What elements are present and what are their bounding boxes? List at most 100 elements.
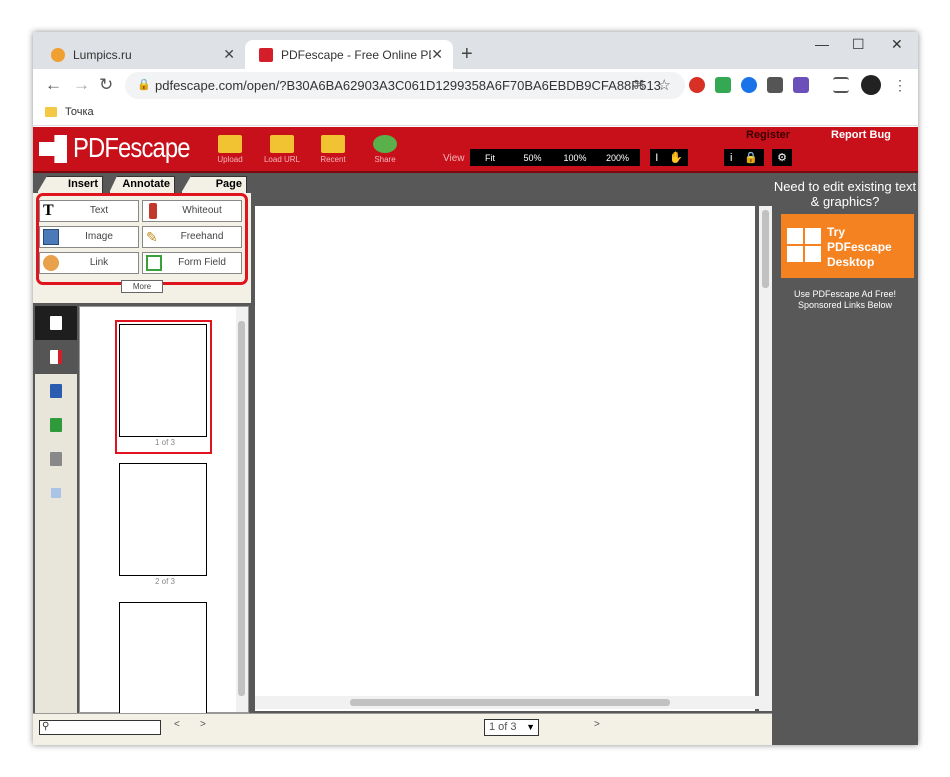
more-button[interactable]: More bbox=[121, 280, 163, 293]
back-icon[interactable]: ← bbox=[45, 75, 62, 95]
logo-text: PDFescape bbox=[73, 132, 191, 163]
chevron-down-icon: ▼ bbox=[526, 722, 535, 732]
tab-title: Lumpics.ru bbox=[73, 47, 132, 62]
page-view-icon[interactable] bbox=[35, 476, 77, 510]
zoom-100[interactable]: 100% bbox=[555, 153, 595, 163]
scrollbar-thumb[interactable] bbox=[238, 321, 245, 696]
ad-button-line: Try bbox=[827, 225, 846, 239]
zoom-bar: Fit 50% 100% 200% bbox=[470, 149, 640, 166]
download-icon[interactable] bbox=[35, 408, 77, 442]
ad-button-line: PDFescape bbox=[827, 240, 892, 254]
browser-window: Lumpics.ru ✕ PDFescape - Free Online PDF… bbox=[33, 32, 918, 745]
cursor-tools: I ✋ bbox=[650, 149, 688, 166]
recent-button[interactable]: Recent bbox=[319, 135, 347, 165]
close-tab-icon[interactable]: ✕ bbox=[431, 46, 443, 63]
text-cursor-icon[interactable]: I bbox=[655, 152, 658, 164]
thumbnail-page-3[interactable] bbox=[119, 602, 207, 714]
pdf-page-canvas[interactable] bbox=[255, 206, 755, 711]
extension-globe-icon[interactable] bbox=[741, 77, 757, 93]
lock-icon: 🔒 bbox=[137, 79, 151, 91]
share-button[interactable]: Share bbox=[371, 135, 399, 165]
search-input[interactable]: ⚲ bbox=[39, 720, 161, 735]
thumbnail-panel: 1 of 3 2 of 3 bbox=[79, 306, 249, 714]
register-link[interactable]: Register bbox=[746, 129, 790, 141]
tab-annotate[interactable]: Annotate bbox=[109, 176, 175, 193]
save-icon[interactable] bbox=[35, 374, 77, 408]
load-url-folder-icon bbox=[270, 135, 294, 153]
bookmarks-bar: Точка bbox=[33, 101, 918, 126]
minimize-icon[interactable]: — bbox=[815, 36, 829, 52]
ad-headline: Need to edit existing text & graphics? bbox=[773, 179, 917, 209]
page-horizontal-scrollbar[interactable] bbox=[255, 696, 759, 709]
extension-ad-icon[interactable] bbox=[793, 77, 809, 93]
avatar[interactable] bbox=[861, 75, 881, 95]
media-control-icon[interactable] bbox=[833, 77, 849, 93]
upload-folder-icon bbox=[218, 135, 242, 153]
toolbar-label: Load URL bbox=[263, 155, 301, 164]
thumbnail-page-2[interactable] bbox=[119, 463, 207, 576]
page-vertical-scrollbar[interactable] bbox=[759, 206, 772, 711]
upload-button[interactable]: Upload bbox=[216, 135, 244, 165]
search-icon: ⚲ bbox=[42, 721, 50, 732]
maximize-icon[interactable]: ☐ bbox=[852, 36, 865, 53]
thumbnail-label: 1 of 3 bbox=[154, 438, 175, 447]
pdfescape-logo-icon bbox=[39, 135, 67, 163]
extension-red-icon[interactable] bbox=[689, 77, 705, 93]
zoom-fit[interactable]: Fit bbox=[470, 153, 510, 163]
url-text: pdfescape.com/open/?B30A6BA62903A3C061D1… bbox=[155, 78, 661, 93]
close-window-icon[interactable]: ✕ bbox=[891, 36, 903, 53]
prev-result-button[interactable]: < bbox=[174, 719, 180, 730]
thumbnail-page-1[interactable] bbox=[119, 324, 207, 437]
extension-box-icon[interactable] bbox=[767, 77, 783, 93]
ad-subtext[interactable]: Use PDFescape Ad Free! Sponsored Links B… bbox=[772, 289, 918, 311]
next-result-button[interactable]: > bbox=[200, 719, 206, 730]
page-select[interactable]: 1 of 3 ▼ bbox=[484, 719, 539, 736]
next-page-button[interactable]: > bbox=[594, 719, 600, 730]
gear-icon[interactable]: ⚙ bbox=[777, 151, 787, 164]
panel-tabs: Insert Annotate Page bbox=[33, 173, 251, 193]
hand-cursor-icon[interactable]: ✋ bbox=[669, 151, 683, 164]
lock-icon[interactable]: 🔒 bbox=[744, 151, 758, 164]
zoom-50[interactable]: 50% bbox=[510, 153, 555, 163]
left-panel: Insert Annotate Page T Text Whiteout Ima… bbox=[33, 173, 251, 714]
extension-check-icon[interactable] bbox=[715, 77, 731, 93]
print-icon[interactable] bbox=[35, 442, 77, 476]
try-desktop-button[interactable]: Try PDFescape Desktop bbox=[781, 214, 914, 278]
new-tab-icon[interactable]: + bbox=[461, 43, 473, 66]
info-tools: i 🔒 bbox=[724, 149, 764, 166]
thumbnail-scrollbar[interactable] bbox=[236, 307, 248, 712]
zoom-200[interactable]: 200% bbox=[595, 153, 640, 163]
bookmark-page-icon[interactable] bbox=[35, 340, 77, 374]
toolbar-label: Recent bbox=[320, 155, 346, 164]
thumbnail-label: 2 of 3 bbox=[154, 577, 175, 586]
forward-icon[interactable]: → bbox=[73, 75, 90, 95]
pdfescape-favicon-icon bbox=[259, 47, 273, 62]
tab-pdfescape[interactable]: PDFescape - Free Online PDF Editor ✕ bbox=[245, 40, 453, 69]
report-bug-link[interactable]: Report Bug bbox=[831, 129, 891, 141]
translate-icon[interactable]: ⌘ bbox=[633, 72, 645, 99]
scrollbar-thumb[interactable] bbox=[762, 210, 769, 288]
tab-page[interactable]: Page bbox=[181, 176, 247, 193]
load-url-button[interactable]: Load URL bbox=[264, 135, 300, 165]
share-people-icon bbox=[373, 135, 397, 153]
settings-box: ⚙ bbox=[772, 149, 792, 166]
scrollbar-thumb[interactable] bbox=[350, 699, 670, 706]
reload-icon[interactable]: ↻ bbox=[99, 75, 113, 95]
close-tab-icon[interactable]: ✕ bbox=[223, 46, 235, 63]
tab-insert[interactable]: Insert bbox=[37, 176, 103, 193]
ad-button-line: Desktop bbox=[827, 255, 875, 269]
menu-dots-icon[interactable]: ⋮ bbox=[893, 77, 907, 94]
page-select-value: 1 of 3 bbox=[489, 721, 517, 733]
sidebar-tools bbox=[35, 306, 77, 713]
folder-icon bbox=[45, 107, 57, 117]
address-bar[interactable]: 🔒 pdfescape.com/open/?B30A6BA62903A3C061… bbox=[125, 72, 685, 99]
bookmark-star-icon[interactable]: ☆ bbox=[658, 72, 671, 99]
ad-sidebar: Need to edit existing text & graphics? T… bbox=[772, 173, 918, 745]
info-icon[interactable]: i bbox=[730, 152, 732, 164]
tab-lumpics[interactable]: Lumpics.ru ✕ bbox=[33, 40, 245, 69]
bookmark-label[interactable]: Точка bbox=[65, 106, 94, 118]
pages-icon[interactable] bbox=[35, 306, 77, 340]
document-area bbox=[251, 173, 772, 713]
highlight-box bbox=[36, 193, 248, 285]
toolbar-label: Upload bbox=[217, 155, 243, 164]
